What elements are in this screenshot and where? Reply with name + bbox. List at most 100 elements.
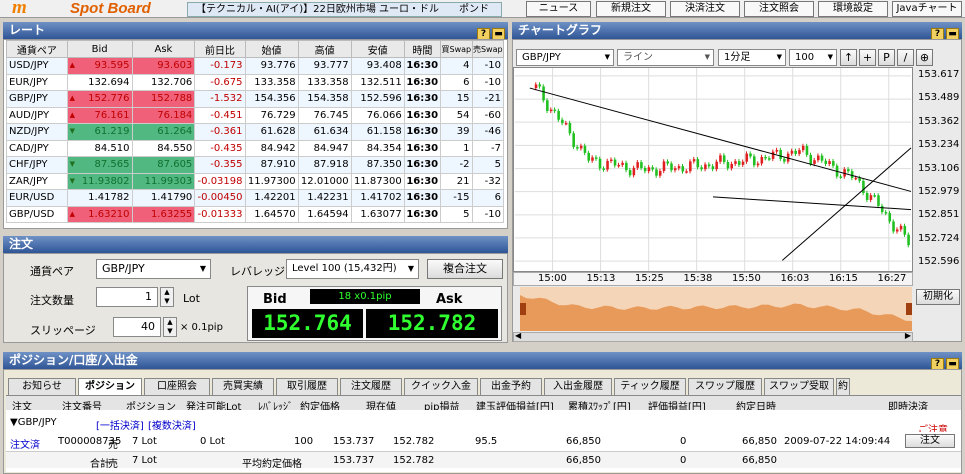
bid-price[interactable]: ▲ 93.595 <box>66 57 133 75</box>
col-ask[interactable]: Ask <box>131 40 196 58</box>
candle <box>734 159 737 167</box>
bid-price-button[interactable]: 152.764 <box>252 309 363 338</box>
rate-row[interactable]: AUD/JPY ▲ 76.161 76.184 -0.451 76.729 76.745 76… <box>6 106 505 124</box>
slippage-input[interactable]: 40 <box>113 317 161 337</box>
col-pair[interactable]: 通貨ペア <box>6 40 68 58</box>
new-order-button[interactable]: 新規注文 <box>596 1 666 17</box>
point-tool-button[interactable]: P <box>878 49 895 66</box>
compound-order-button[interactable]: 複合注文 <box>427 259 503 279</box>
x-tick-label: 15:13 <box>586 273 616 284</box>
col-open[interactable]: 始値 <box>244 40 299 58</box>
ask-price[interactable]: 152.788 <box>131 90 196 108</box>
candle <box>798 147 801 157</box>
range-navigator[interactable] <box>520 287 912 331</box>
tab-9[interactable]: ティック履歴 <box>614 378 686 395</box>
ask-price[interactable]: 11.99303 <box>131 172 196 190</box>
zoom-tool-button[interactable]: ⊕ <box>916 49 933 66</box>
bid-price[interactable]: 84.510 <box>66 139 133 157</box>
cell-text: 16:30 <box>406 142 439 154</box>
total-avg_label: 平均約定価格 <box>242 459 302 470</box>
x-tick-label: 15:00 <box>538 273 567 284</box>
col-sell-swap[interactable]: 売Swap <box>471 40 505 58</box>
tab-7[interactable]: 出金予約 <box>480 378 542 395</box>
tab-4[interactable]: 取引履歴 <box>276 378 338 395</box>
ask-price[interactable]: 93.603 <box>131 57 196 75</box>
reset-chart-button[interactable]: 初期化 <box>916 289 960 305</box>
scroll-right-icon[interactable]: ▶ <box>905 331 911 340</box>
tab-12[interactable]: 約 <box>836 378 850 395</box>
java-chart-button[interactable]: Javaチャート <box>892 1 962 17</box>
tab-11[interactable]: スワップ受取 <box>764 378 834 395</box>
rate-row[interactable]: GBP/JPY ▲ 152.776 152.788 -1.532 154.356 154.3… <box>6 90 505 108</box>
candle <box>895 227 899 234</box>
rate-row[interactable]: CHF/JPY ▼ 87.565 87.605 -0.355 87.910 87.918 87… <box>6 156 505 174</box>
ask-price[interactable]: 132.706 <box>131 73 196 91</box>
news-ticker[interactable]: 【テクニカル・AI(アイ)】22日欧州市場 ユーロ・ドル ポンド <box>187 2 502 17</box>
chart-pair-select[interactable]: GBP/JPY ▼ <box>516 49 614 66</box>
ask-price[interactable]: 84.550 <box>131 139 196 157</box>
order-inquiry-button[interactable]: 注文照会 <box>744 1 814 17</box>
crosshair-tool-button[interactable]: + <box>859 49 876 66</box>
bulk-close-link[interactable]: [一括決済] <box>96 417 144 432</box>
ask-price[interactable]: 76.184 <box>131 106 196 124</box>
rate-row[interactable]: ZAR/JPY ▼ 11.93802 11.99303 -0.03198 11.97300… <box>6 172 505 190</box>
chart-type-select[interactable]: ライン ▼ <box>617 49 714 66</box>
col-high[interactable]: 高値 <box>297 40 352 58</box>
tab-6[interactable]: クイック入金 <box>404 378 478 395</box>
ask-price-button[interactable]: 152.782 <box>366 309 498 338</box>
tab-2[interactable]: 口座照会 <box>144 378 210 395</box>
tab-5[interactable]: 注文履歴 <box>340 378 402 395</box>
col-bid[interactable]: Bid <box>66 40 133 58</box>
rate-row[interactable]: EUR/JPY 132.694 132.706 -0.675 133.358 133.35… <box>6 73 505 91</box>
arrow-tool-button[interactable]: ↑ <box>840 49 857 66</box>
quantity-input[interactable]: 1 <box>96 287 158 307</box>
tab-10[interactable]: スワップ履歴 <box>688 378 762 395</box>
horizontal-scrollbar[interactable]: ◀ ▶ <box>513 331 913 342</box>
time: 16:30 <box>403 123 442 141</box>
pair-select[interactable]: GBP/JPY ▼ <box>96 259 211 279</box>
quantity-stepper[interactable]: ▲ ▼ <box>160 287 174 307</box>
price-chart[interactable] <box>513 67 913 272</box>
col-low[interactable]: 安値 <box>350 40 405 58</box>
rate-row[interactable]: EUR/USD 1.41782 1.41790 -0.00450 1.42201 1.42… <box>6 189 505 207</box>
leverage-select[interactable]: Level 100 (15,432円) ▼ <box>286 259 419 279</box>
bid-price[interactable]: ▲ 1.63210 <box>66 205 133 223</box>
bid-price[interactable]: ▼ 87.565 <box>66 156 133 174</box>
settings-button[interactable]: 環境設定 <box>818 1 888 17</box>
rate-row[interactable]: NZD/JPY ▼ 61.219 61.264 -0.361 61.628 61.634 61… <box>6 123 505 141</box>
multi-close-link[interactable]: [複数決済] <box>148 417 196 432</box>
news-button[interactable]: ニュース <box>526 1 591 17</box>
ask-price[interactable]: 1.63255 <box>131 205 196 223</box>
trend-line <box>781 147 912 261</box>
bid-price[interactable]: ▼ 11.93802 <box>66 172 133 190</box>
scroll-left-icon[interactable]: ◀ <box>515 331 521 340</box>
position-status[interactable]: 注文済 <box>10 436 40 451</box>
bid-price[interactable]: ▲ 76.161 <box>66 106 133 124</box>
close-order-button[interactable]: 決済注文 <box>670 1 740 17</box>
col-time[interactable]: 時間 <box>403 40 442 58</box>
y-tick-label: 152.851 <box>918 209 960 221</box>
ask-price[interactable]: 1.41790 <box>131 189 196 207</box>
rate-row[interactable]: CAD/JPY 84.510 84.550 -0.435 84.942 84.947 84.… <box>6 139 505 157</box>
slippage-stepper[interactable]: ▲ ▼ <box>163 317 177 337</box>
instant-close-button[interactable]: 注文 <box>905 434 955 448</box>
col-change[interactable]: 前日比 <box>194 40 246 58</box>
timeframe-select[interactable]: 1分足 ▼ <box>718 49 786 66</box>
col-buy-swap[interactable]: 買Swap <box>440 40 473 58</box>
line-tool-button[interactable]: / <box>897 49 914 66</box>
ask-price[interactable]: 61.264 <box>131 123 196 141</box>
tab-0[interactable]: お知らせ <box>8 378 76 395</box>
group-pair[interactable]: ▼GBP/JPY <box>10 417 57 428</box>
rate-row[interactable]: USD/JPY ▲ 93.595 93.603 -0.173 93.776 93.777 93… <box>6 57 505 75</box>
cell-text: -10 <box>484 208 501 220</box>
tab-1[interactable]: ポジション <box>78 378 142 395</box>
rate-row[interactable]: GBP/USD ▲ 1.63210 1.63255 -0.01333 1.64570 1.6… <box>6 205 505 223</box>
bid-price[interactable]: ▲ 152.776 <box>66 90 133 108</box>
count-select[interactable]: 100 ▼ <box>789 49 837 66</box>
ask-price[interactable]: 87.605 <box>131 156 196 174</box>
bid-price[interactable]: 1.41782 <box>66 189 133 207</box>
tab-3[interactable]: 売買実績 <box>212 378 274 395</box>
tab-8[interactable]: 入出金履歴 <box>544 378 612 395</box>
bid-price[interactable]: ▼ 61.219 <box>66 123 133 141</box>
bid-price[interactable]: 132.694 <box>66 73 133 91</box>
